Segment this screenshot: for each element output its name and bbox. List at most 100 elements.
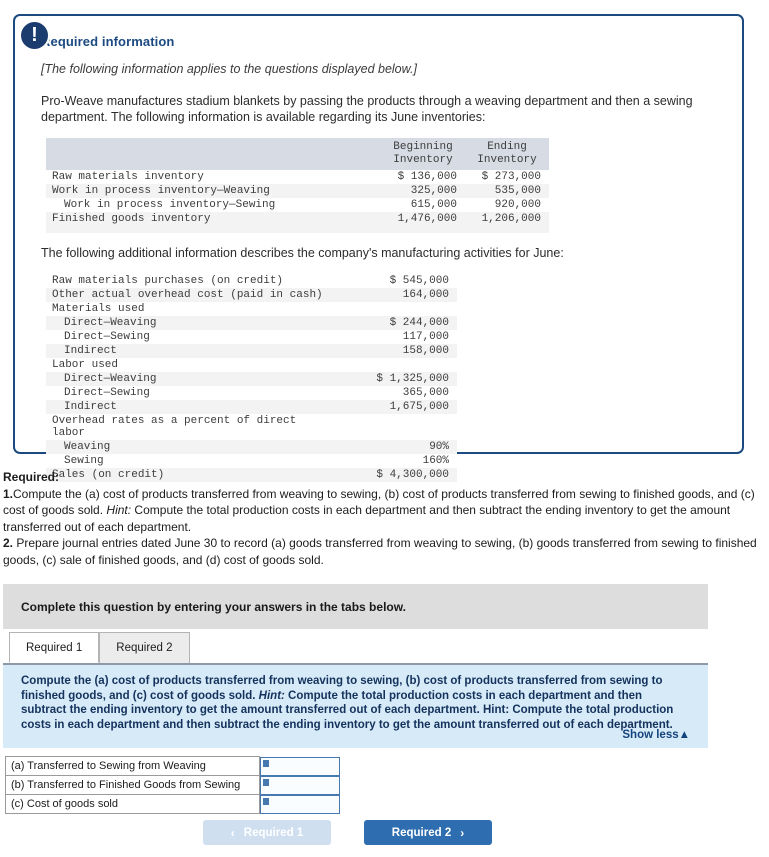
required-section: Required: 1.Compute the (a) cost of prod… — [3, 469, 763, 568]
table-row: Direct—Weaving $ 244,000 — [46, 316, 457, 330]
table-row: Finished goods inventory 1,476,000 1,206,0… — [46, 212, 549, 226]
required-item-2-number: 2. — [3, 536, 14, 550]
exclamation-icon: ! — [19, 20, 50, 51]
header-beginning-line1: Beginning — [393, 141, 453, 153]
navigation-buttons: ‹ Required 1 Required 2 › — [203, 820, 492, 845]
answer-row-label: (c) Cost of goods sold — [5, 794, 260, 814]
required-item-2-text: Prepare journal entries dated June 30 to… — [3, 536, 757, 567]
question-instruction-text: Compute the (a) cost of products transfe… — [21, 674, 690, 732]
activity-row-label: Direct—Weaving — [64, 373, 157, 385]
tab-label: Required 2 — [116, 642, 173, 654]
table-row: Weaving 90% — [46, 440, 457, 454]
header-ending-line1: Ending — [487, 141, 527, 153]
inventory-beginning-value: 615,000 — [410, 199, 457, 211]
inventory-table-head: Beginning Inventory Ending Inventory — [46, 138, 549, 170]
activity-table-body: Raw materials purchases (on credit) $ 545… — [46, 274, 457, 482]
table-row: Direct—Sewing 117,000 — [46, 330, 457, 344]
inventory-row-label: Work in process inventory—Weaving — [52, 185, 270, 197]
header-ending-line2: Inventory — [477, 154, 537, 166]
complete-question-bar: Complete this question by entering your … — [3, 584, 708, 629]
activity-row-label: Indirect — [64, 401, 117, 413]
table-row: Overhead rates as a percent of direct la… — [46, 414, 457, 440]
inventory-beginning-value: $ 136,000 — [397, 171, 457, 183]
table-row: Raw materials purchases (on credit) $ 545… — [46, 274, 457, 288]
activity-row-label: Labor used — [52, 359, 119, 371]
answer-row: (c) Cost of goods sold — [5, 794, 342, 814]
inventory-row-label: Finished goods inventory — [52, 213, 211, 225]
header-blank — [46, 138, 381, 170]
inventory-ending-value: $ 273,000 — [481, 171, 541, 183]
inventory-ending-value: 920,000 — [494, 199, 541, 211]
required-2-next-button[interactable]: Required 2 › — [364, 820, 492, 845]
activity-row-value: 117,000 — [402, 331, 449, 343]
answer-row: (a) Transferred to Sewing from Weaving — [5, 756, 342, 776]
table-row: Other actual overhead cost (paid in cash… — [46, 288, 457, 302]
required-item-1: 1.Compute the (a) cost of products trans… — [3, 486, 763, 536]
inventory-row-label: Raw materials inventory — [52, 171, 204, 183]
answer-input[interactable] — [260, 794, 340, 814]
required-item-1-hint: Hint: — [106, 503, 132, 517]
table-row: Work in process inventory—Sewing 615,000 9… — [46, 198, 549, 212]
table-bottom-spacer — [46, 226, 549, 233]
answer-input[interactable] — [260, 756, 340, 776]
tab-required-2[interactable]: Required 2 — [99, 632, 190, 663]
activity-row-label: Other actual overhead cost (paid in cash… — [52, 289, 323, 301]
activity-row-label: Raw materials purchases (on credit) — [52, 275, 284, 287]
chevron-left-icon: ‹ — [230, 825, 235, 840]
activity-row-value: $ 545,000 — [389, 275, 449, 287]
activity-row-label: Direct—Weaving — [64, 317, 157, 329]
table-row: Direct—Weaving $ 1,325,000 — [46, 372, 457, 386]
required-item-2: 2. Prepare journal entries dated June 30… — [3, 535, 763, 568]
answer-input-cell — [260, 775, 342, 795]
table-row: Work in process inventory—Weaving 325,000… — [46, 184, 549, 198]
activity-row-value: $ 244,000 — [389, 317, 449, 329]
activity-row-label: Direct—Sewing — [64, 387, 150, 399]
tab-strip: Required 1 Required 2 — [9, 631, 709, 663]
answer-input[interactable] — [260, 775, 340, 795]
activity-row-value: 160% — [422, 455, 449, 467]
inventory-row-label: Work in process inventory—Sewing — [64, 199, 276, 211]
question-instruction-panel: Compute the (a) cost of products transfe… — [3, 663, 708, 748]
tab-required-1[interactable]: Required 1 — [9, 632, 100, 663]
page-title: Required information — [41, 34, 175, 49]
answer-table-body: (a) Transferred to Sewing from Weaving (b… — [5, 756, 342, 814]
applies-note: [The following information applies to th… — [41, 62, 417, 76]
show-less-link[interactable]: Show less▲ — [622, 729, 690, 741]
table-row: Indirect 158,000 — [46, 344, 457, 358]
required-item-1-number: 1. — [3, 486, 14, 501]
header-ending-inventory: Ending Inventory — [465, 138, 549, 170]
table-row: Raw materials inventory $ 136,000 $ 273,00… — [46, 170, 549, 184]
inventory-table-body: Raw materials inventory $ 136,000 $ 273,00… — [46, 170, 549, 233]
activity-table: Raw materials purchases (on credit) $ 545… — [46, 274, 457, 482]
activity-row-value: 1,675,000 — [389, 401, 449, 413]
chevron-right-icon: › — [460, 825, 465, 840]
card-content: Required information [The following info… — [15, 16, 742, 504]
activity-row-value — [329, 414, 457, 440]
mid-paragraph: The following additional information des… — [41, 246, 564, 260]
page-root: ! Required information [The following in… — [0, 0, 769, 857]
answer-row: (b) Transferred to Finished Goods from S… — [5, 775, 342, 795]
required-information-card: ! Required information [The following in… — [13, 14, 744, 482]
required-1-prev-label: Required 1 — [243, 826, 304, 839]
activity-row-value: 164,000 — [402, 289, 449, 301]
inventory-ending-value: 1,206,000 — [481, 213, 541, 225]
answer-input-cell — [260, 794, 342, 814]
complete-question-text: Complete this question by entering your … — [21, 599, 406, 614]
activity-row-label: Materials used — [52, 303, 145, 315]
instruction-hint: Hint: — [258, 689, 285, 702]
table-row: Sewing 160% — [46, 454, 457, 468]
required-1-prev-button[interactable]: ‹ Required 1 — [203, 820, 331, 845]
intro-paragraph: Pro-Weave manufactures stadium blankets … — [41, 94, 693, 124]
activity-row-label: Indirect — [64, 345, 117, 357]
table-row: Indirect 1,675,000 — [46, 400, 457, 414]
tab-label: Required 1 — [26, 641, 83, 654]
answer-row-label: (b) Transferred to Finished Goods from S… — [5, 775, 260, 795]
required-2-next-label: Required 2 — [391, 826, 452, 839]
header-beginning-line2: Inventory — [393, 154, 453, 166]
activity-row-value — [329, 358, 457, 372]
table-row: Labor used — [46, 358, 457, 372]
table-header-row: Beginning Inventory Ending Inventory — [46, 138, 549, 170]
table-row: Materials used — [46, 302, 457, 316]
table-row: Direct—Sewing 365,000 — [46, 386, 457, 400]
activity-row-value: 90% — [429, 441, 449, 453]
